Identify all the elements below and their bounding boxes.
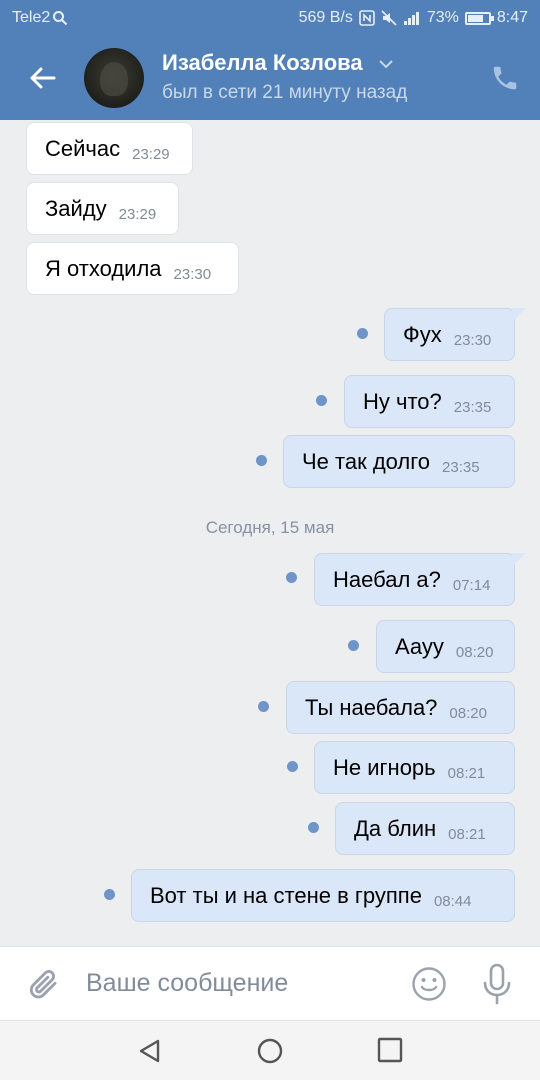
message-composer: Ваше сообщение [0, 946, 540, 1020]
message-list[interactable]: Сейчас 23:29 Зайду 23:29 Я отходила 23:3… [0, 120, 540, 946]
message-text: Не игнорь [333, 754, 436, 780]
date-separator: Сегодня, 15 мая [205, 518, 335, 537]
message-text: Да блин [354, 815, 437, 841]
paperclip-icon[interactable] [26, 965, 60, 1003]
message-outgoing[interactable]: Фух 23:30 [384, 308, 515, 361]
unread-indicator [256, 455, 267, 466]
unread-indicator [286, 572, 297, 583]
message-time: 23:29 [132, 146, 170, 163]
bubble-tail [512, 308, 526, 322]
battery-fill [467, 14, 483, 22]
message-outgoing[interactable]: Ну что? 23:35 [344, 375, 515, 428]
chevron-down-icon [379, 60, 393, 69]
unread-indicator [348, 640, 359, 651]
message-time: 08:21 [447, 765, 486, 782]
microphone-icon[interactable] [482, 963, 512, 1005]
status-bar: Tele2 569 B/s 73% 8:47 [0, 0, 540, 36]
battery-percent: 73% [426, 9, 459, 26]
signal-icon [403, 12, 419, 25]
message-text: Наебал а? [333, 566, 441, 592]
system-navigation-bar [0, 1020, 540, 1080]
message-time: 23:29 [118, 206, 157, 223]
message-time: 23:35 [442, 459, 480, 476]
message-text: Вот ты и на стене в группе [150, 882, 422, 908]
battery-icon [464, 11, 494, 25]
nav-back-icon[interactable] [136, 1037, 164, 1065]
clock: 8:47 [496, 9, 528, 26]
message-time: 08:44 [433, 893, 472, 910]
carrier-name: Tele2 [12, 9, 51, 26]
unread-indicator [357, 328, 368, 339]
message-time: 08:20 [455, 644, 494, 661]
contact-name[interactable]: Изабелла Козлова [162, 50, 393, 76]
message-input[interactable]: Ваше сообщение [86, 969, 288, 998]
unread-indicator [287, 761, 298, 772]
message-incoming[interactable]: Я отходила 23:30 [26, 242, 239, 295]
message-time: 23:30 [173, 266, 212, 283]
message-outgoing[interactable]: Вот ты и на стене в группе 08:44 [131, 869, 515, 922]
message-outgoing[interactable]: Ты наебала? 08:20 [286, 681, 515, 734]
status-left: Tele2 [12, 9, 68, 27]
smile-icon[interactable] [410, 965, 448, 1003]
message-text: Я отходила [45, 255, 162, 281]
avatar[interactable] [84, 48, 144, 108]
message-text: Сейчас [45, 135, 121, 161]
nfc-icon [359, 10, 375, 26]
unread-indicator [308, 822, 319, 833]
message-time: 23:35 [453, 399, 492, 416]
message-time: 07:14 [452, 577, 491, 594]
nav-home-icon[interactable] [256, 1037, 284, 1065]
unread-indicator [316, 395, 327, 406]
last-seen-status: был в сети 21 минуту назад [162, 82, 408, 103]
phone-icon[interactable] [490, 63, 520, 93]
avatar-silhouette [100, 62, 128, 96]
message-text: Че так долго [302, 448, 431, 474]
network-speed: 569 B/s [298, 9, 353, 26]
message-outgoing[interactable]: Не игнорь 08:21 [314, 741, 515, 794]
mute-icon [381, 10, 397, 26]
app-header: Tele2 569 B/s 73% 8:47 Изабелла Козлова … [0, 0, 540, 120]
message-text: Аауу [395, 633, 444, 659]
message-outgoing[interactable]: Да блин 08:21 [335, 802, 515, 855]
message-text: Зайду [45, 195, 107, 221]
message-time: 23:30 [453, 332, 492, 349]
message-outgoing[interactable]: Че так долго 23:35 [283, 435, 515, 488]
nav-recent-apps-icon[interactable] [377, 1037, 403, 1063]
message-outgoing[interactable]: Аауу 08:20 [376, 620, 515, 673]
back-arrow-icon[interactable] [26, 62, 58, 94]
message-text: Ну что? [363, 388, 442, 414]
message-time: 08:21 [448, 826, 486, 843]
contact-name-text: Изабелла Козлова [162, 50, 363, 75]
bubble-tail [512, 553, 526, 567]
unread-indicator [258, 701, 269, 712]
message-incoming[interactable]: Зайду 23:29 [26, 182, 179, 235]
search-icon [53, 11, 68, 26]
unread-indicator [104, 889, 115, 900]
message-time: 08:20 [449, 705, 487, 722]
status-right: 569 B/s 73% 8:47 [299, 9, 528, 27]
message-text: Ты наебала? [305, 694, 438, 720]
message-text: Фух [403, 321, 442, 347]
message-outgoing[interactable]: Наебал а? 07:14 [314, 553, 515, 606]
message-incoming[interactable]: Сейчас 23:29 [26, 122, 193, 175]
